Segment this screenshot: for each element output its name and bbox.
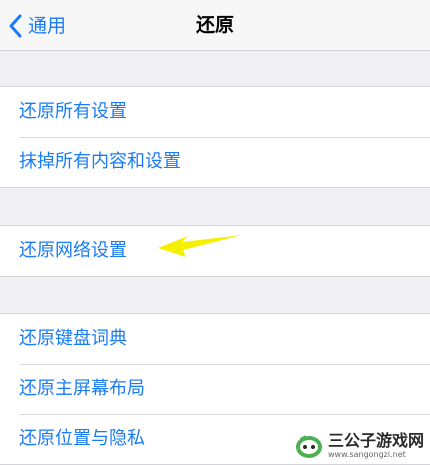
watermark: 三公子游戏网 www.sangongzi.net [294,432,424,460]
page-title: 还原 [195,14,234,36]
erase-all-content-row[interactable]: 抹掉所有内容和设置 [0,137,430,187]
yellow-arrow-annotation-icon [158,235,242,257]
watermark-url: www.sangongzi.net [327,450,406,459]
settings-group-1: 还原所有设置 抹掉所有内容和设置 [0,86,430,188]
watermark-logo-icon [295,435,322,458]
navigation-bar: 通用 还原 [0,0,430,51]
reset-all-settings-row[interactable]: 还原所有设置 [0,87,430,137]
reset-home-screen-layout-row[interactable]: 还原主屏幕布局 [0,364,430,414]
watermark-title: 三公子游戏网 [327,431,424,450]
reset-keyboard-dictionary-row[interactable]: 还原键盘词典 [0,314,430,364]
